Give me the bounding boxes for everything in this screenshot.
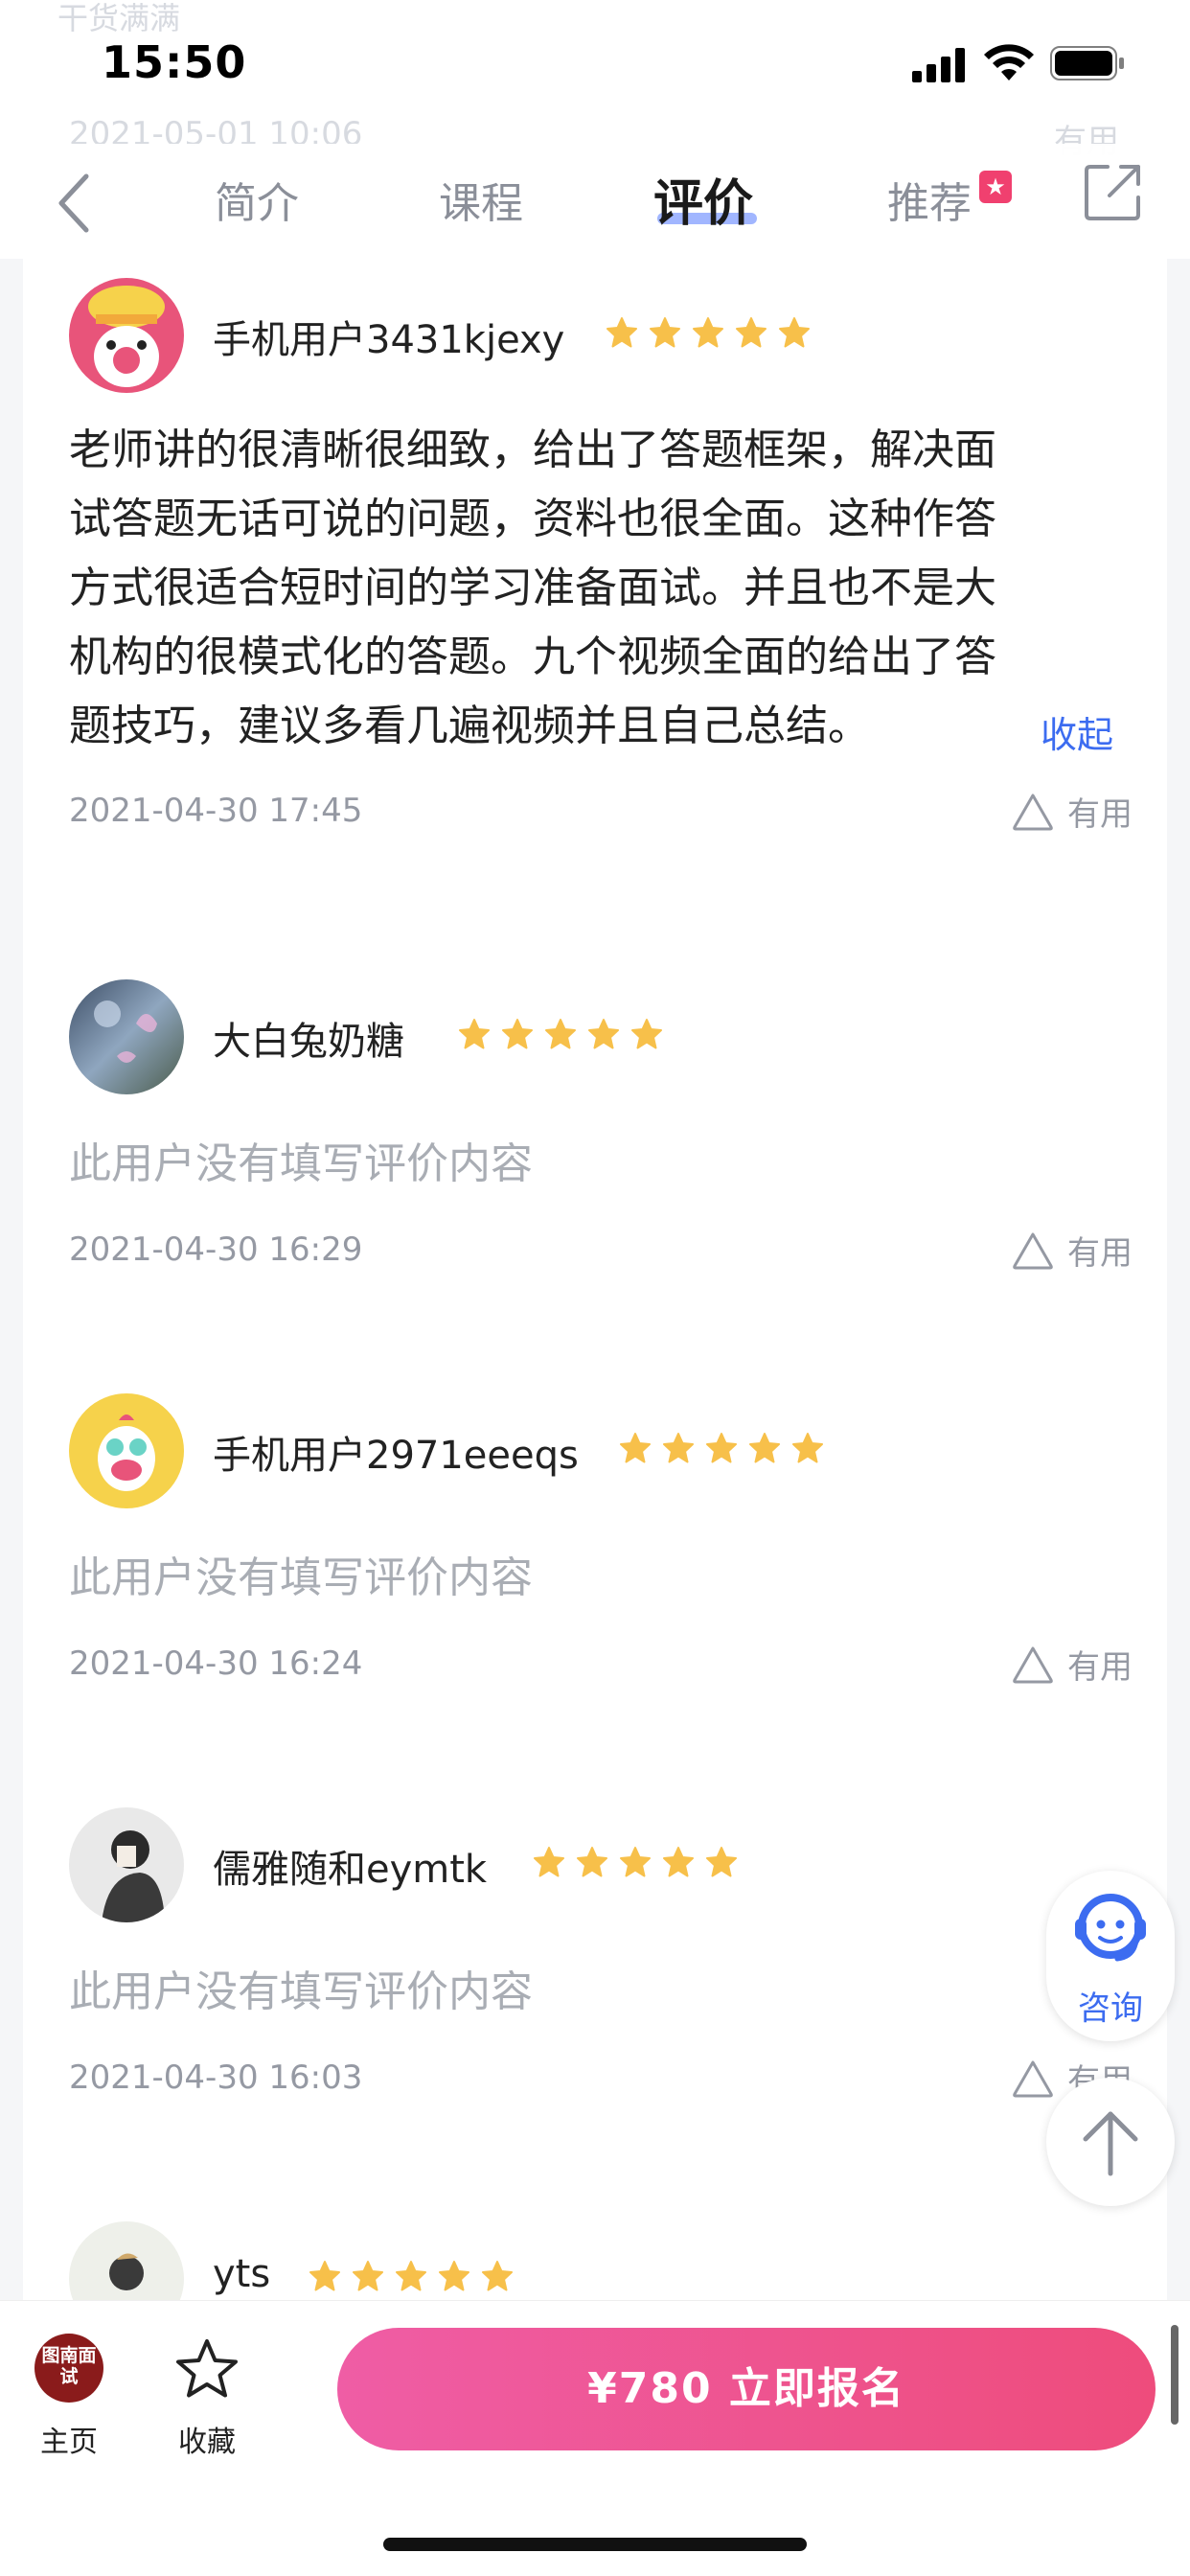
recommend-badge: ★ xyxy=(979,171,1012,203)
review-date: 2021-04-30 17:45 xyxy=(69,792,363,830)
star-icon xyxy=(749,1433,780,1463)
username: 儒雅随和eymtk xyxy=(213,1848,488,1892)
battery-icon xyxy=(1050,46,1124,80)
favorite-label[interactable]: 收藏 xyxy=(165,2418,249,2460)
avatar[interactable] xyxy=(69,2221,184,2300)
star-icon xyxy=(545,1019,576,1049)
empty-review-text: 此用户没有填写评价内容 xyxy=(69,1967,533,2016)
star-icon xyxy=(663,1433,694,1463)
star-icon xyxy=(439,2261,469,2291)
review-item: 大白兔奶糖 此用户没有填写评价内容 2021-04-30 16:29 有用 xyxy=(46,979,1133,1296)
customer-service-icon xyxy=(1075,1894,1146,1962)
star-icon xyxy=(459,1019,490,1049)
status-bar: 15:50 xyxy=(0,0,1190,134)
useful-triangle-icon xyxy=(1013,794,1053,830)
star-icon xyxy=(396,2261,426,2291)
username: 大白兔奶糖 xyxy=(213,1020,404,1064)
useful-label: 有用 xyxy=(1067,795,1133,834)
star-icon xyxy=(736,317,767,348)
avatar[interactable] xyxy=(69,278,184,393)
review-date: 2021-04-30 16:03 xyxy=(69,2058,363,2097)
wifi-icon xyxy=(984,44,1034,80)
avatar[interactable] xyxy=(69,1807,184,1922)
star-icon xyxy=(631,1019,662,1049)
star-icon xyxy=(353,2261,383,2291)
back-to-top-button[interactable] xyxy=(1046,2078,1175,2206)
review-item: yts xyxy=(46,2221,1119,2300)
review-date: 2021-04-30 16:24 xyxy=(69,1644,363,1683)
useful-button[interactable]: 有用 xyxy=(1012,1641,1133,1688)
username: 手机用户3431kjexy xyxy=(213,318,565,362)
avatar[interactable] xyxy=(69,979,184,1094)
home-logo-icon[interactable]: 图南面试 xyxy=(34,2334,103,2403)
star-icon xyxy=(588,1019,619,1049)
home-label[interactable]: 主页 xyxy=(34,2418,103,2460)
useful-button[interactable]: 有用 xyxy=(1012,1227,1133,1274)
scroll-indicator[interactable] xyxy=(1171,2325,1179,2425)
nav-bar xyxy=(0,144,1190,259)
bottom-action-bar: 图南面试 主页 收藏 ¥780 立即报名 xyxy=(0,2300,1190,2576)
tab-intro[interactable]: 简介 xyxy=(215,169,299,230)
star-icon xyxy=(620,1847,651,1877)
avatar[interactable] xyxy=(69,1393,184,1508)
star-icon xyxy=(650,317,680,348)
home-indicator[interactable] xyxy=(383,2538,807,2551)
star-icon xyxy=(663,1847,694,1877)
enroll-button[interactable]: ¥780 立即报名 xyxy=(337,2328,1156,2450)
rating-stars xyxy=(458,1018,663,1050)
star-icon xyxy=(792,1433,823,1463)
useful-triangle-icon xyxy=(1013,2060,1053,2097)
rating-stars xyxy=(309,2260,514,2292)
tab-reviews[interactable]: 评价 xyxy=(653,163,753,235)
empty-review-text: 此用户没有填写评价内容 xyxy=(69,1139,533,1188)
consult-label: 咨询 xyxy=(1078,1990,1143,2028)
star-icon xyxy=(693,317,723,348)
collapse-link[interactable]: 收起 xyxy=(1041,705,1113,758)
tab-course[interactable]: 课程 xyxy=(439,169,523,230)
review-date: 2021-04-30 16:29 xyxy=(69,1230,363,1269)
star-icon xyxy=(534,1847,564,1877)
useful-label: 有用 xyxy=(1067,1648,1133,1687)
star-icon xyxy=(620,1433,651,1463)
content-gutter-left xyxy=(0,259,23,2300)
page: 干货满满 2021-05-01 10:06 有用 15:50 简介 课程 评价 … xyxy=(0,0,1190,2576)
arrow-up-icon xyxy=(1083,2111,1138,2176)
star-icon xyxy=(779,317,810,348)
review-item: 儒雅随和eymtk 此用户没有填写评价内容 2021-04-30 16:03 有… xyxy=(46,1807,1133,2124)
useful-label: 有用 xyxy=(1067,1234,1133,1273)
star-favorite-icon[interactable] xyxy=(172,2335,241,2404)
useful-triangle-icon xyxy=(1013,1646,1053,1683)
username: yts xyxy=(213,2252,271,2296)
rating-stars xyxy=(533,1846,738,1878)
star-icon xyxy=(706,1433,737,1463)
useful-button[interactable]: 有用 xyxy=(1012,788,1133,835)
tab-recommend[interactable]: 推荐 xyxy=(887,169,972,230)
star-icon xyxy=(502,1019,533,1049)
star-icon xyxy=(577,1847,607,1877)
review-item: 手机用户3431kjexy 老师讲的很清晰很细致，给出了答题框架，解决面试答题无… xyxy=(46,278,1133,872)
star-icon xyxy=(482,2261,513,2291)
review-item: 手机用户2971eeeqs 此用户没有填写评价内容 2021-04-30 16:… xyxy=(46,1393,1133,1710)
star-icon xyxy=(309,2261,340,2291)
star-icon xyxy=(706,1847,737,1877)
cellular-signal-icon xyxy=(912,48,965,82)
star-icon xyxy=(606,317,637,348)
useful-triangle-icon xyxy=(1013,1232,1053,1269)
review-text: 老师讲的很清晰很细致，给出了答题框架，解决面试答题无话可说的问题，资料也很全面。… xyxy=(69,426,996,750)
share-icon[interactable] xyxy=(1083,161,1144,222)
rating-stars xyxy=(619,1432,824,1464)
status-time: 15:50 xyxy=(102,36,247,88)
rating-stars xyxy=(606,316,811,349)
username: 手机用户2971eeeqs xyxy=(213,1434,579,1478)
empty-review-text: 此用户没有填写评价内容 xyxy=(69,1553,533,1602)
consult-button[interactable]: 咨询 xyxy=(1046,1871,1175,2041)
back-arrow-icon[interactable] xyxy=(48,163,105,240)
